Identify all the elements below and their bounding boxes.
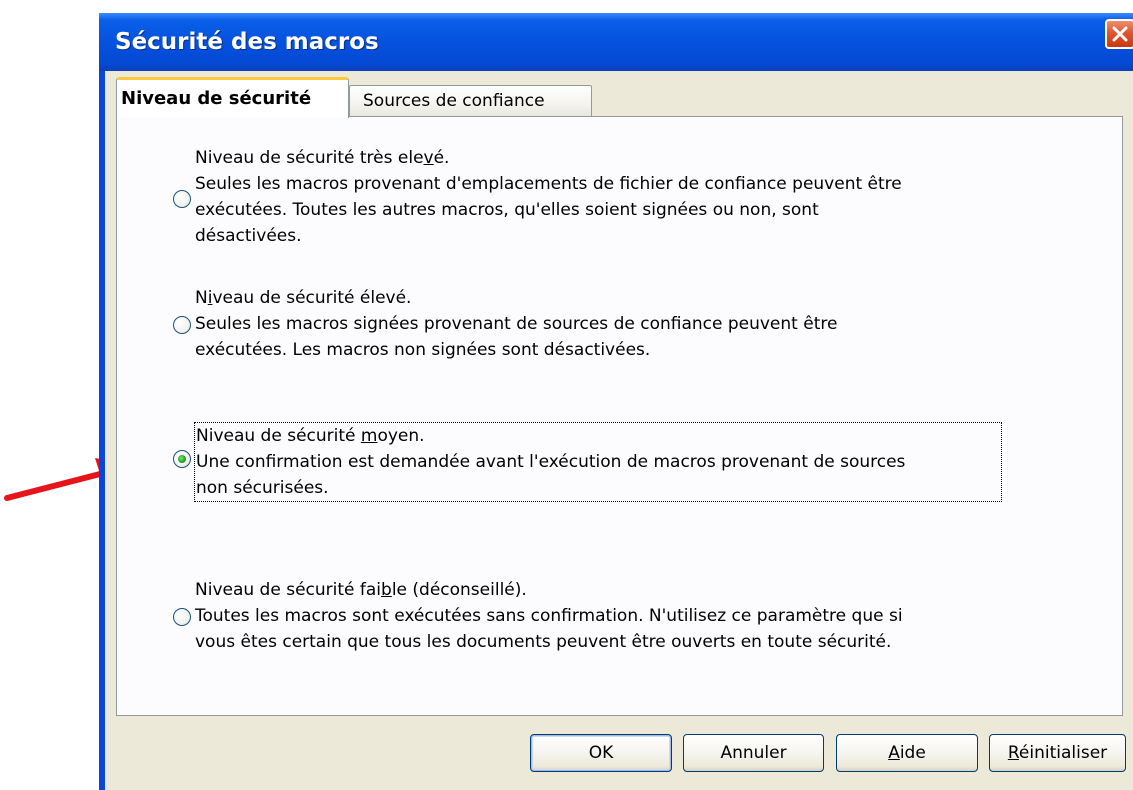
tab-trusted-sources[interactable]: Sources de confiance <box>349 85 592 117</box>
cancel-button-label: Annuler <box>720 743 787 763</box>
option-description-line: Une confirmation est demandée avant l'ex… <box>196 452 906 472</box>
option-medium[interactable]: Niveau de sécurité moyen. Une confirmati… <box>194 422 1002 502</box>
option-description-line: non sécurisées. <box>196 478 329 498</box>
option-heading: Niveau de sécurité moyen. <box>196 426 425 446</box>
ok-button[interactable]: OK <box>530 734 672 772</box>
option-heading: Niveau de sécurité élevé. <box>195 288 412 308</box>
option-very-high[interactable]: Niveau de sécurité très elevé. Seules le… <box>195 145 902 249</box>
option-description-line: exécutées. Les macros non signées sont d… <box>195 340 651 360</box>
tab-security-level[interactable]: Niveau de sécurité <box>116 77 349 118</box>
option-description-line: vous êtes certain que tous les documents… <box>195 632 892 652</box>
radio-very-high[interactable] <box>173 190 191 208</box>
close-button[interactable] <box>1105 19 1133 49</box>
tab-label: Sources de confiance <box>363 91 545 111</box>
radio-medium[interactable] <box>173 450 191 468</box>
help-button-label: Aide <box>888 743 926 763</box>
cancel-button[interactable]: Annuler <box>683 734 824 772</box>
option-low[interactable]: Niveau de sécurité faible (déconseillé).… <box>195 577 903 655</box>
radio-high[interactable] <box>173 316 191 334</box>
reset-button[interactable]: Réinitialiser <box>989 734 1126 772</box>
tab-label: Niveau de sécurité <box>121 88 312 109</box>
close-icon <box>1112 26 1128 42</box>
option-description-line: Seules les macros provenant d'emplacemen… <box>195 174 902 194</box>
ok-button-label: OK <box>588 743 614 763</box>
option-heading: Niveau de sécurité faible (déconseillé). <box>195 580 527 600</box>
radio-selected-dot <box>178 455 186 463</box>
security-level-panel: Niveau de sécurité très elevé. Seules le… <box>116 116 1123 716</box>
reset-button-label: Réinitialiser <box>1007 743 1108 763</box>
radio-low[interactable] <box>173 608 191 626</box>
macro-security-dialog: Sécurité des macros Niveau de sécurité S… <box>99 13 1133 790</box>
option-description-line: exécutées. Toutes les autres macros, qu'… <box>195 200 819 220</box>
help-button[interactable]: Aide <box>836 734 978 772</box>
dialog-title: Sécurité des macros <box>115 29 379 55</box>
option-description-line: désactivées. <box>195 226 302 246</box>
option-heading: Niveau de sécurité très elevé. <box>195 148 450 168</box>
dialog-client-area: Niveau de sécurité Sources de confiance … <box>105 71 1133 790</box>
option-description-line: Seules les macros signées provenant de s… <box>195 314 838 334</box>
option-description-line: Toutes les macros sont exécutées sans co… <box>195 606 903 626</box>
option-high[interactable]: Niveau de sécurité élevé. Seules les mac… <box>195 285 837 363</box>
title-bar: Sécurité des macros <box>99 13 1133 71</box>
